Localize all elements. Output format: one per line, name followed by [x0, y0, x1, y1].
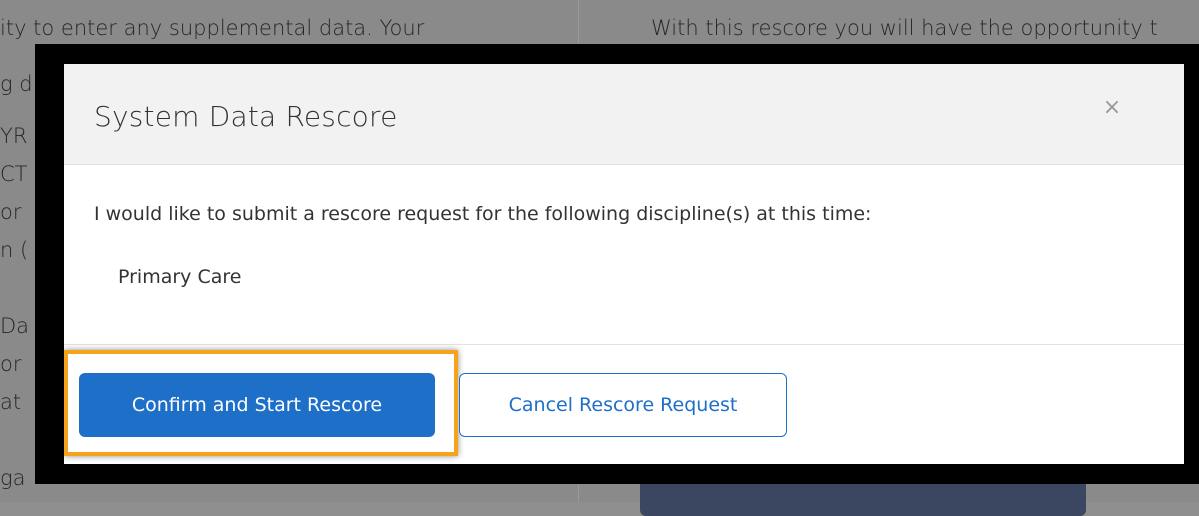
close-icon[interactable]: ×	[1100, 96, 1124, 120]
background-text-line: or	[0, 200, 22, 224]
modal-body: I would like to submit a rescore request…	[64, 165, 1184, 345]
background-text-line: or	[0, 352, 22, 376]
footer-divider	[64, 344, 1184, 345]
discipline-item: Primary Care	[118, 266, 242, 288]
background-text-line: n (	[0, 238, 29, 262]
cancel-rescore-button[interactable]: Cancel Rescore Request	[459, 373, 787, 437]
background-text-line: ga	[0, 466, 26, 490]
modal-header: System Data Rescore ×	[64, 64, 1184, 165]
confirm-rescore-button[interactable]: Confirm and Start Rescore	[79, 373, 435, 437]
background-text-line: CT	[0, 162, 28, 186]
background-text-line: g d	[0, 72, 33, 96]
background-text-line: YR	[0, 124, 28, 148]
background-text-line: Da	[0, 314, 30, 338]
modal-title: System Data Rescore	[94, 100, 398, 133]
background-text-line: With this rescore you will have the oppo…	[651, 16, 1158, 40]
background-text-line: ity to enter any supplemental data. Your	[0, 16, 425, 40]
background-text-line: at	[0, 390, 22, 414]
rescore-prompt: I would like to submit a rescore request…	[94, 203, 872, 225]
